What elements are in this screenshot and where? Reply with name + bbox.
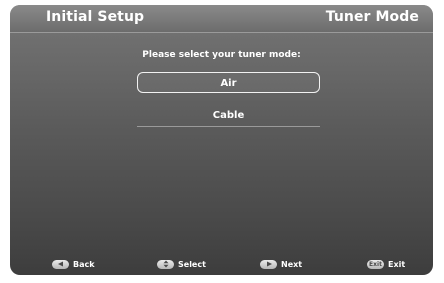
exit-hint[interactable]: Exit Exit: [367, 256, 405, 272]
up-down-icon: [157, 259, 174, 269]
setup-title: Initial Setup: [46, 9, 145, 25]
tuner-mode-prompt: Please select your tuner mode:: [142, 50, 301, 60]
next-label: Next: [281, 259, 303, 269]
header-bar: Initial Setup Tuner Mode: [10, 5, 433, 33]
tv-setup-screen: Initial Setup Tuner Mode Please select y…: [10, 5, 433, 275]
back-label: Back: [73, 259, 95, 269]
option-air[interactable]: Air: [137, 72, 320, 93]
next-hint[interactable]: Next: [260, 256, 302, 272]
select-label: Select: [178, 259, 206, 269]
select-hint[interactable]: Select: [157, 256, 206, 272]
exit-key-icon: Exit: [367, 259, 384, 269]
footer-hints: Back Select Next Exit Exit: [10, 256, 433, 272]
exit-label: Exit: [388, 259, 406, 269]
left-arrow-icon: [52, 259, 69, 269]
option-cable[interactable]: Cable: [137, 105, 320, 127]
back-hint[interactable]: Back: [52, 256, 95, 272]
right-arrow-icon: [260, 259, 277, 269]
tuner-mode-title: Tuner Mode: [325, 9, 419, 25]
